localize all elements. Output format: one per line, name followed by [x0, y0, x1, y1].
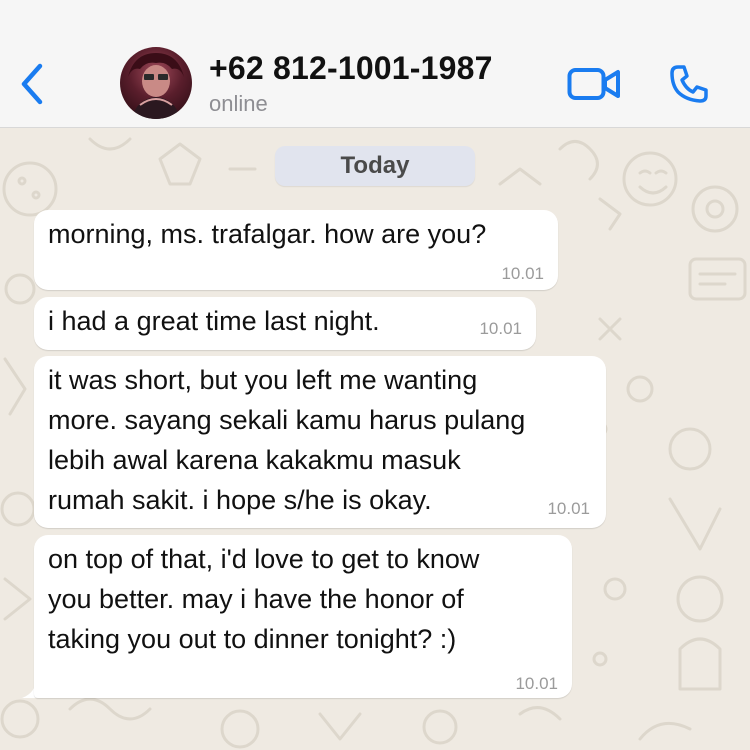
message-bubble[interactable]: it was short, but you left me wanting mo…	[34, 356, 606, 528]
voice-call-button[interactable]	[664, 60, 714, 108]
date-separator: Today	[275, 146, 475, 186]
video-camera-icon	[567, 68, 620, 100]
message-text: i had a great time last night.	[48, 306, 380, 336]
back-button[interactable]	[12, 60, 52, 108]
message-time: 10.01	[479, 319, 522, 338]
avatar-image	[128, 53, 184, 119]
message-bubble[interactable]: i had a great time last night. 10.01	[34, 297, 536, 350]
message-time: 10.01	[547, 499, 590, 518]
message-time: 10.01	[515, 674, 558, 693]
chevron-left-icon	[21, 63, 43, 105]
message-text: it was short, but you left me wanting mo…	[48, 365, 526, 515]
message-time: 10.01	[501, 264, 544, 283]
message-list[interactable]: Today morning, ms. trafalgar. how are yo…	[0, 129, 750, 750]
video-call-button[interactable]	[566, 62, 622, 106]
message-text: morning, ms. trafalgar. how are you?	[48, 219, 487, 249]
contact-name[interactable]: +62 812-1001-1987	[209, 50, 493, 87]
message-text: on top of that, i'd love to get to know …	[48, 544, 480, 654]
message-bubble[interactable]: morning, ms. trafalgar. how are you? 10.…	[34, 210, 558, 290]
avatar[interactable]	[120, 47, 192, 119]
contact-status: online	[209, 91, 268, 116]
phone-icon	[670, 65, 708, 103]
chat-header: +62 812-1001-1987 online	[0, 0, 750, 128]
message-bubble[interactable]: on top of that, i'd love to get to know …	[34, 535, 572, 698]
